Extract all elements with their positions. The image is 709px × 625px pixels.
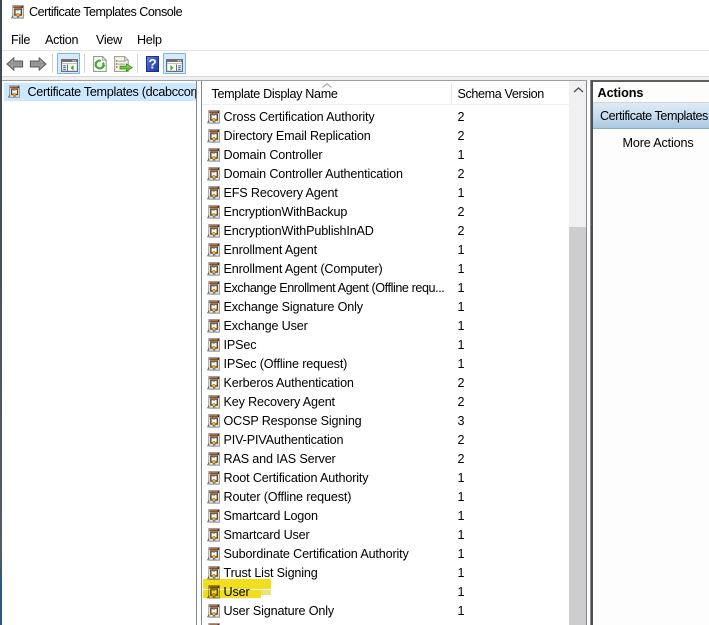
svg-text:?: ? <box>148 57 156 72</box>
